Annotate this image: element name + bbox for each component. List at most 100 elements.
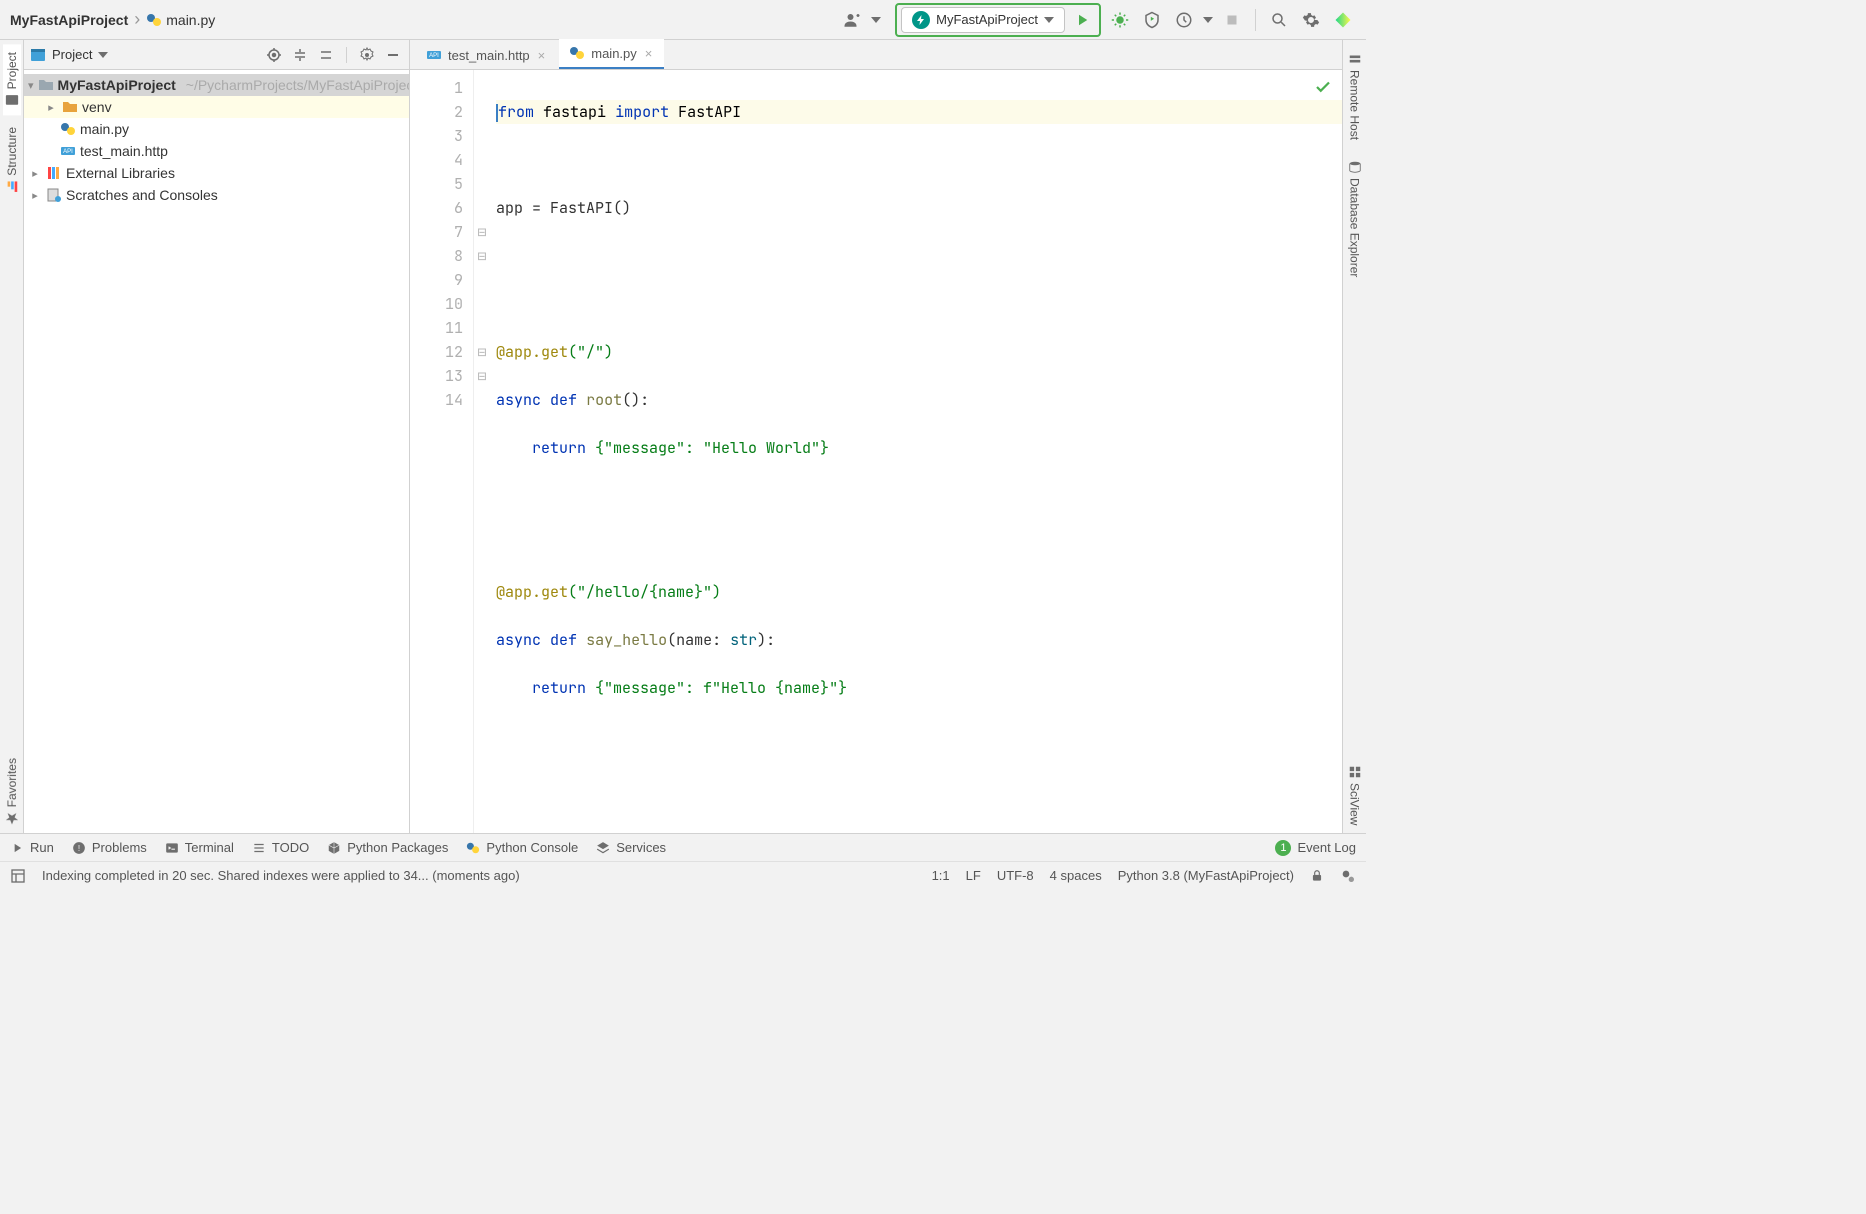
tree-http-file[interactable]: API test_main.http [24, 140, 409, 162]
tree-scratch-label: Scratches and Consoles [66, 187, 218, 203]
http-file-icon: API [426, 47, 442, 63]
tool-terminal[interactable]: Terminal [165, 840, 234, 855]
tab-project-label: Project [5, 52, 19, 89]
collapse-all-icon[interactable] [316, 45, 336, 65]
line-separator[interactable]: LF [966, 868, 981, 883]
tool-label: Python Console [486, 840, 578, 855]
expand-all-icon[interactable] [290, 45, 310, 65]
interpreter[interactable]: Python 3.8 (MyFastApiProject) [1118, 868, 1294, 883]
run-config-selector[interactable]: MyFastApiProject [901, 7, 1065, 33]
panel-settings-icon[interactable] [357, 45, 377, 65]
right-tool-strip: Remote Host Database Explorer SciView [1342, 40, 1366, 833]
tool-label: Problems [92, 840, 147, 855]
project-tree[interactable]: ▾ MyFastApiProject ~/PycharmProjects/MyF… [24, 70, 409, 833]
tree-main-py[interactable]: main.py [24, 118, 409, 140]
search-icon[interactable] [1266, 7, 1292, 33]
fold-icon[interactable]: ⊟ [474, 364, 490, 388]
code-editor[interactable]: 1234567891011121314 ⊟ ⊟ ⊟ ⊟ from fastapi… [410, 70, 1342, 833]
chevron-right-icon[interactable]: ▸ [44, 101, 58, 114]
tool-label: Services [616, 840, 666, 855]
tab-structure[interactable]: Structure [3, 119, 21, 202]
tree-external-libs[interactable]: ▸ External Libraries [24, 162, 409, 184]
project-panel: Project ▾ MyFastApiProject ~/PycharmProj… [24, 40, 410, 833]
code-token: async [496, 630, 541, 650]
tool-problems[interactable]: !Problems [72, 840, 147, 855]
code-content[interactable]: from fastapi import FastAPI app = FastAP… [490, 70, 1342, 833]
settings-icon[interactable] [1298, 7, 1324, 33]
code-token: str [730, 630, 757, 650]
editor-tabs: API test_main.http × main.py × [410, 40, 1342, 70]
fold-icon[interactable]: ⊟ [474, 220, 490, 244]
chevron-right-icon[interactable]: ▸ [28, 167, 42, 180]
breadcrumb-file[interactable]: main.py [166, 12, 215, 28]
status-message: Indexing completed in 20 sec. Shared ind… [42, 868, 520, 883]
coverage-button[interactable] [1139, 7, 1165, 33]
tree-venv[interactable]: ▸ venv [24, 96, 409, 118]
run-button[interactable] [1069, 7, 1095, 33]
project-view-selector[interactable]: Project [30, 47, 108, 63]
tool-windows-icon[interactable] [10, 868, 26, 884]
code-token: def [550, 630, 577, 650]
analysis-ok-icon[interactable] [1314, 78, 1332, 103]
close-icon[interactable]: × [643, 46, 655, 61]
folder-icon [62, 99, 78, 115]
fold-gutter[interactable]: ⊟ ⊟ ⊟ ⊟ [474, 70, 490, 833]
code-token: {"message": "Hello World"} [586, 438, 829, 458]
debug-button[interactable] [1107, 7, 1133, 33]
locate-icon[interactable] [264, 45, 284, 65]
tab-database-label: Database Explorer [1348, 178, 1362, 277]
close-icon[interactable]: × [536, 48, 548, 63]
code-token: ("/hello/{name}") [568, 582, 721, 602]
tool-console[interactable]: Python Console [466, 840, 578, 855]
fold-icon[interactable]: ⊟ [474, 340, 490, 364]
tool-packages[interactable]: Python Packages [327, 840, 448, 855]
jetbrains-icon[interactable] [1330, 7, 1356, 33]
tab-sciview[interactable]: SciView [1346, 757, 1364, 833]
tree-http-label: test_main.http [80, 143, 168, 159]
tab-database[interactable]: Database Explorer [1346, 152, 1364, 285]
file-encoding[interactable]: UTF-8 [997, 868, 1034, 883]
code-token: FastAPI [678, 102, 741, 122]
code-token: (name: [667, 630, 730, 650]
stop-button[interactable] [1219, 7, 1245, 33]
ide-settings-icon[interactable] [1340, 868, 1356, 884]
profile-button[interactable] [1171, 7, 1197, 33]
tab-test-main-http[interactable]: API test_main.http × [416, 41, 557, 69]
tree-scratches[interactable]: ▸ Scratches and Consoles [24, 184, 409, 206]
tool-label: Run [30, 840, 54, 855]
bottom-tool-bar: Run !Problems Terminal TODO Python Packa… [0, 833, 1366, 861]
breadcrumb[interactable]: MyFastApiProject › main.py [10, 9, 215, 30]
project-panel-title: Project [52, 47, 92, 62]
tool-label: Python Packages [347, 840, 448, 855]
tool-label: Event Log [1297, 840, 1356, 855]
tool-run[interactable]: Run [10, 840, 54, 855]
tab-remote-host[interactable]: Remote Host [1346, 44, 1364, 148]
chevron-down-icon[interactable] [871, 17, 881, 23]
indent-setting[interactable]: 4 spaces [1050, 868, 1102, 883]
tool-services[interactable]: Services [596, 840, 666, 855]
breadcrumb-project[interactable]: MyFastApiProject [10, 12, 128, 28]
tab-favorites-label: Favorites [5, 758, 19, 807]
code-token: import [615, 102, 669, 122]
code-token: root [586, 390, 622, 410]
tool-event-log[interactable]: 1 Event Log [1275, 840, 1356, 856]
readonly-lock-icon[interactable] [1310, 869, 1324, 883]
chevron-down-icon[interactable]: ▾ [28, 79, 34, 92]
project-panel-header: Project [24, 40, 409, 70]
code-token: @app.get [496, 342, 568, 362]
fold-icon[interactable]: ⊟ [474, 244, 490, 268]
tool-todo[interactable]: TODO [252, 840, 309, 855]
hide-panel-icon[interactable] [383, 45, 403, 65]
caret-position[interactable]: 1:1 [932, 868, 950, 883]
code-token: (): [622, 390, 649, 410]
tab-remote-host-label: Remote Host [1348, 70, 1362, 140]
chevron-down-icon[interactable] [1203, 17, 1213, 23]
chevron-right-icon[interactable]: ▸ [28, 189, 42, 202]
tab-main-py[interactable]: main.py × [559, 39, 664, 69]
folder-icon [38, 77, 54, 93]
add-user-icon[interactable] [839, 7, 865, 33]
tab-favorites[interactable]: Favorites [3, 750, 21, 833]
tab-project[interactable]: Project [3, 44, 21, 115]
tree-root[interactable]: ▾ MyFastApiProject ~/PycharmProjects/MyF… [24, 74, 409, 96]
line-gutter[interactable]: 1234567891011121314 [410, 70, 474, 833]
